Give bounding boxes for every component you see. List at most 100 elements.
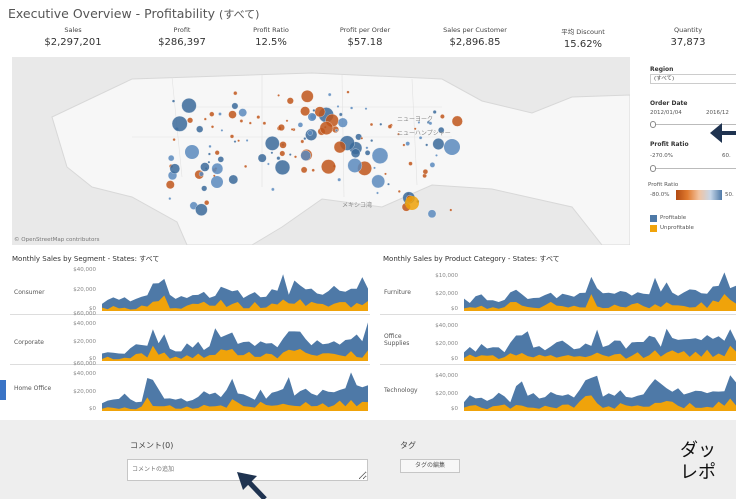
- segment-chart[interactable]: Consumer $40,000 $20,000 $0 $60,000 Corp…: [10, 265, 370, 415]
- map-marker[interactable]: [220, 129, 224, 132]
- map-marker[interactable]: [440, 114, 445, 119]
- map-credit[interactable]: © OpenStreetMap contributors: [14, 237, 99, 243]
- map-marker[interactable]: [211, 162, 224, 175]
- map-marker[interactable]: [427, 209, 437, 219]
- map-marker[interactable]: [172, 138, 176, 142]
- map-marker[interactable]: [237, 139, 240, 143]
- map-marker[interactable]: [321, 159, 336, 175]
- map-marker[interactable]: [369, 122, 374, 127]
- map-marker[interactable]: [370, 139, 374, 143]
- map-marker[interactable]: [286, 97, 294, 105]
- map-marker[interactable]: [181, 98, 197, 114]
- map-marker[interactable]: [290, 128, 294, 131]
- map-marker[interactable]: [276, 156, 281, 161]
- map-marker[interactable]: [336, 105, 340, 108]
- map-marker[interactable]: [168, 197, 172, 201]
- map-marker[interactable]: [209, 111, 215, 117]
- map-marker[interactable]: [300, 166, 308, 174]
- profit-ratio-slider-handle[interactable]: [650, 165, 656, 172]
- map-marker[interactable]: [217, 156, 224, 163]
- map-marker[interactable]: [265, 136, 280, 151]
- map-marker[interactable]: [187, 117, 194, 124]
- map-marker[interactable]: [169, 163, 180, 174]
- map-marker[interactable]: [311, 168, 315, 172]
- map-marker[interactable]: [165, 180, 175, 190]
- map-marker[interactable]: [297, 122, 304, 128]
- map-marker[interactable]: [270, 151, 274, 155]
- map-marker[interactable]: [229, 134, 235, 139]
- map-marker[interactable]: [198, 171, 204, 177]
- map-marker[interactable]: [308, 113, 316, 121]
- map-marker[interactable]: [228, 110, 237, 119]
- map-marker[interactable]: [371, 174, 385, 189]
- map-marker[interactable]: [288, 153, 292, 156]
- map-marker[interactable]: [207, 152, 211, 156]
- map-marker[interactable]: [337, 117, 348, 128]
- map-marker[interactable]: [387, 182, 390, 186]
- map-marker[interactable]: [294, 155, 297, 159]
- map-marker[interactable]: [300, 106, 310, 117]
- map-marker[interactable]: [204, 200, 210, 206]
- map-marker[interactable]: [319, 121, 334, 135]
- map-marker[interactable]: [279, 150, 286, 157]
- map-marker[interactable]: [303, 137, 307, 141]
- map-marker[interactable]: [376, 191, 379, 195]
- map-marker[interactable]: [379, 122, 383, 126]
- map-marker[interactable]: [238, 108, 247, 117]
- map-marker[interactable]: [233, 91, 238, 96]
- map-marker[interactable]: [402, 143, 406, 147]
- edit-tags-button[interactable]: タグの編集: [400, 459, 460, 473]
- map-marker[interactable]: [214, 150, 220, 156]
- map-marker[interactable]: [408, 161, 413, 166]
- map-marker[interactable]: [432, 110, 437, 114]
- map-marker[interactable]: [444, 139, 460, 155]
- map-marker[interactable]: [203, 117, 207, 121]
- map-marker[interactable]: [384, 172, 387, 176]
- region-filter-select[interactable]: (すべて): [650, 74, 736, 84]
- map-marker[interactable]: [312, 108, 316, 112]
- map-marker[interactable]: [373, 166, 376, 170]
- map-marker[interactable]: [314, 106, 326, 118]
- map-marker[interactable]: [228, 174, 239, 185]
- map-marker[interactable]: [207, 160, 211, 164]
- map-marker[interactable]: [405, 196, 419, 210]
- map-marker[interactable]: [185, 145, 199, 159]
- map-marker[interactable]: [196, 125, 204, 133]
- map-marker[interactable]: [425, 143, 429, 147]
- profit-map[interactable]: ニューヨーク ニューハンプシャー メキシコ湾: [12, 57, 630, 245]
- map-marker[interactable]: [211, 176, 223, 188]
- map-marker[interactable]: [256, 115, 261, 119]
- map-marker[interactable]: [208, 144, 212, 148]
- map-marker[interactable]: [195, 203, 208, 216]
- map-marker[interactable]: [168, 154, 175, 162]
- map-marker[interactable]: [200, 162, 210, 172]
- category-chart[interactable]: Furniture $10,000 $20,000 $0 Office Supp…: [380, 265, 736, 415]
- profit-ratio-slider-track[interactable]: [653, 168, 736, 169]
- map-marker[interactable]: [171, 99, 176, 103]
- map-marker[interactable]: [346, 90, 350, 94]
- map-marker[interactable]: [244, 164, 248, 168]
- map-marker[interactable]: [301, 90, 314, 103]
- map-marker[interactable]: [451, 115, 463, 127]
- map-marker[interactable]: [171, 115, 188, 132]
- map-marker[interactable]: [271, 187, 275, 192]
- map-marker[interactable]: [387, 124, 393, 129]
- map-marker[interactable]: [239, 119, 244, 123]
- map-marker[interactable]: [365, 146, 369, 150]
- map-marker[interactable]: [231, 102, 239, 110]
- map-marker[interactable]: [429, 162, 436, 168]
- map-marker[interactable]: [274, 159, 291, 175]
- map-marker[interactable]: [405, 141, 410, 146]
- map-marker[interactable]: [248, 121, 252, 125]
- map-marker[interactable]: [257, 153, 267, 163]
- map-marker[interactable]: [218, 112, 222, 116]
- map-marker[interactable]: [449, 208, 453, 212]
- map-marker[interactable]: [327, 92, 332, 97]
- order-date-slider-handle[interactable]: [650, 121, 656, 128]
- map-marker[interactable]: [277, 124, 285, 131]
- map-marker[interactable]: [422, 173, 427, 179]
- map-marker[interactable]: [201, 185, 208, 192]
- map-marker[interactable]: [364, 150, 371, 156]
- map-marker[interactable]: [435, 154, 438, 157]
- map-marker[interactable]: [337, 177, 342, 182]
